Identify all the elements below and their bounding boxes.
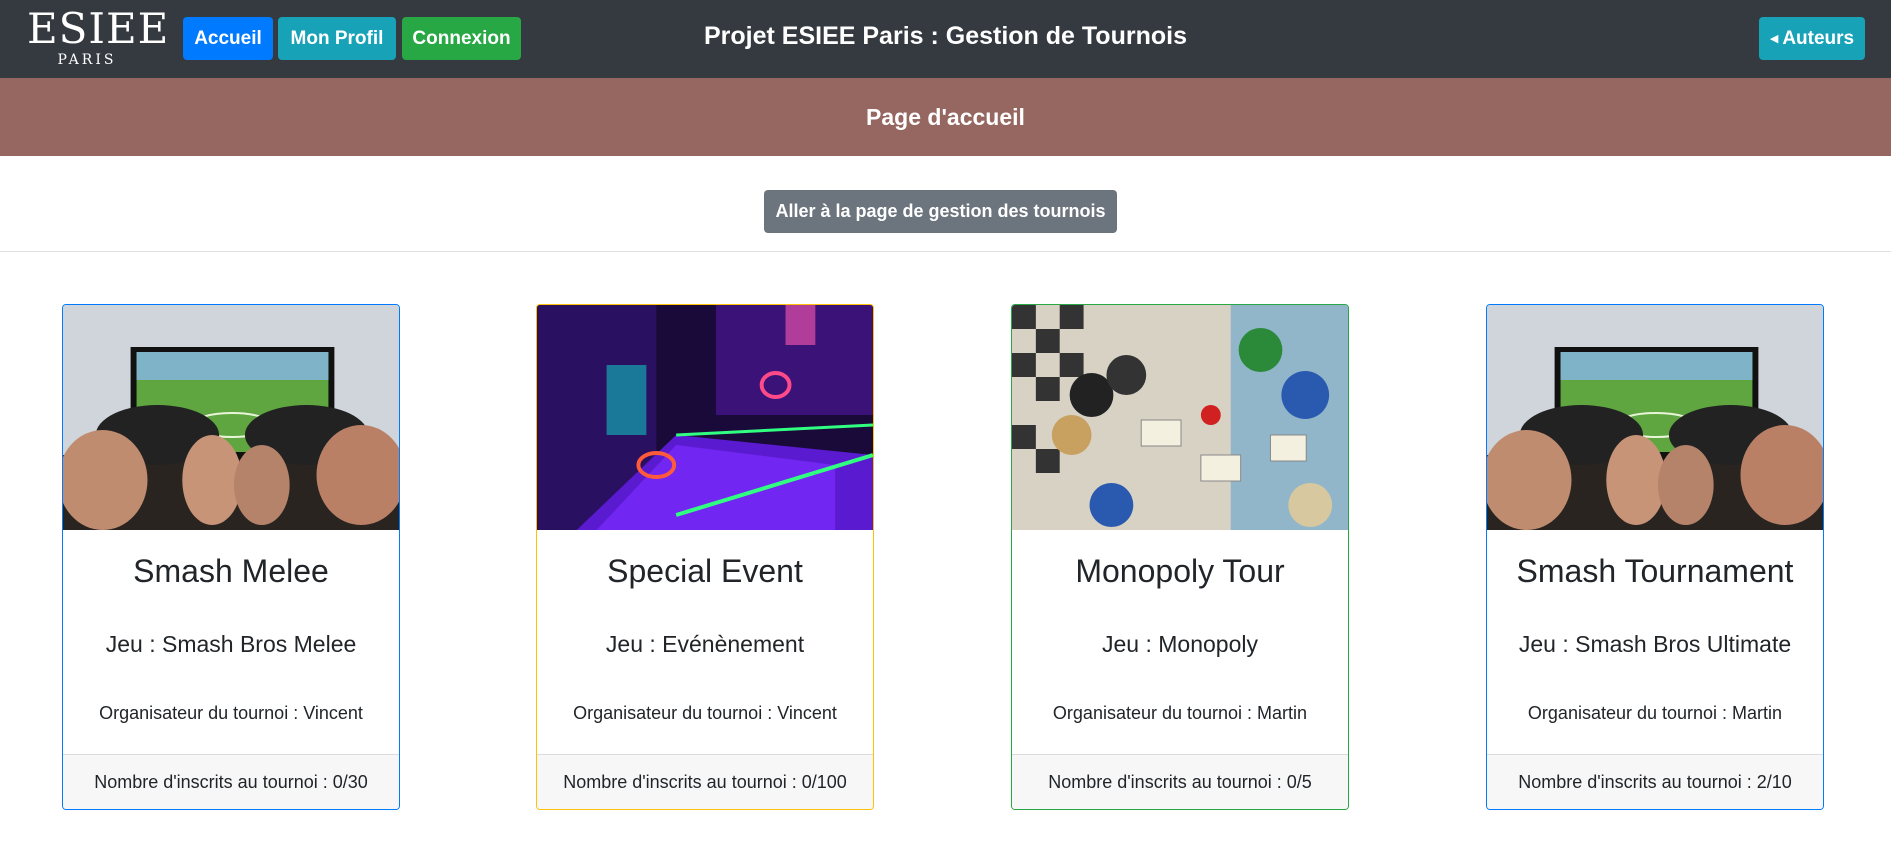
mon-profil-button[interactable]: Mon Profil — [278, 17, 396, 60]
tournament-name: Smash Melee — [133, 553, 329, 589]
tournament-registrations: Nombre d'inscrits au tournoi : 0/30 — [63, 754, 399, 809]
logo-main-text: ESIEE — [27, 4, 170, 53]
tournament-name: Special Event — [607, 553, 803, 589]
tournament-organizer: Organisateur du tournoi : Vincent — [573, 703, 837, 723]
tournament-game: Jeu : Smash Bros Melee — [105, 631, 357, 657]
page-title-banner: Page d'accueil — [0, 78, 1891, 156]
esiee-logo[interactable]: ESIEE PARIS — [27, 4, 170, 72]
tournament-registrations: Nombre d'inscrits au tournoi : 0/5 — [1012, 754, 1348, 809]
gaming-controllers-image — [63, 305, 399, 530]
tournament-organizer: Organisateur du tournoi : Martin — [1052, 703, 1308, 723]
neon-arcade-image — [537, 305, 873, 530]
tournament-name: Monopoly Tour — [1075, 553, 1285, 589]
gaming-controllers-image — [1487, 305, 1823, 530]
accueil-button[interactable]: Accueil — [183, 17, 273, 60]
caret-left-icon: ◀ — [1769, 33, 1779, 45]
tournament-game: Jeu : Evénènement — [605, 631, 805, 657]
tournament-card[interactable]: Smash Tournament Jeu : Smash Bros Ultima… — [1486, 304, 1824, 810]
tournament-organizer: Organisateur du tournoi : Vincent — [99, 703, 363, 723]
top-navbar: ESIEE PARIS Accueil Mon Profil Connexion… — [0, 0, 1891, 78]
tournament-card[interactable]: Special Event Jeu : Evénènement Organisa… — [536, 304, 874, 810]
tournament-organizer: Organisateur du tournoi : Martin — [1527, 703, 1783, 723]
connexion-button[interactable]: Connexion — [402, 17, 521, 60]
tournament-card[interactable]: Monopoly Tour Jeu : Monopoly Organisateu… — [1011, 304, 1349, 810]
tournament-card[interactable]: Smash Melee Jeu : Smash Bros Melee Organ… — [62, 304, 400, 810]
tournament-registrations: Nombre d'inscrits au tournoi : 2/10 — [1487, 754, 1823, 809]
board-games-image — [1012, 305, 1348, 530]
tournament-game: Jeu : Smash Bros Ultimate — [1518, 631, 1792, 657]
auteurs-label: Auteurs — [1782, 27, 1855, 49]
section-divider — [0, 251, 1891, 252]
logo-sub-text: PARIS — [57, 52, 117, 68]
tournament-registrations: Nombre d'inscrits au tournoi : 0/100 — [537, 754, 873, 809]
auteurs-button[interactable]: ◀ Auteurs — [1759, 17, 1865, 60]
tournament-name: Smash Tournament — [1516, 553, 1794, 589]
gestion-tournois-button[interactable]: Aller à la page de gestion des tournois — [764, 190, 1117, 233]
tournament-game: Jeu : Monopoly — [1102, 631, 1258, 657]
page-title: Page d'accueil — [866, 103, 1025, 130]
